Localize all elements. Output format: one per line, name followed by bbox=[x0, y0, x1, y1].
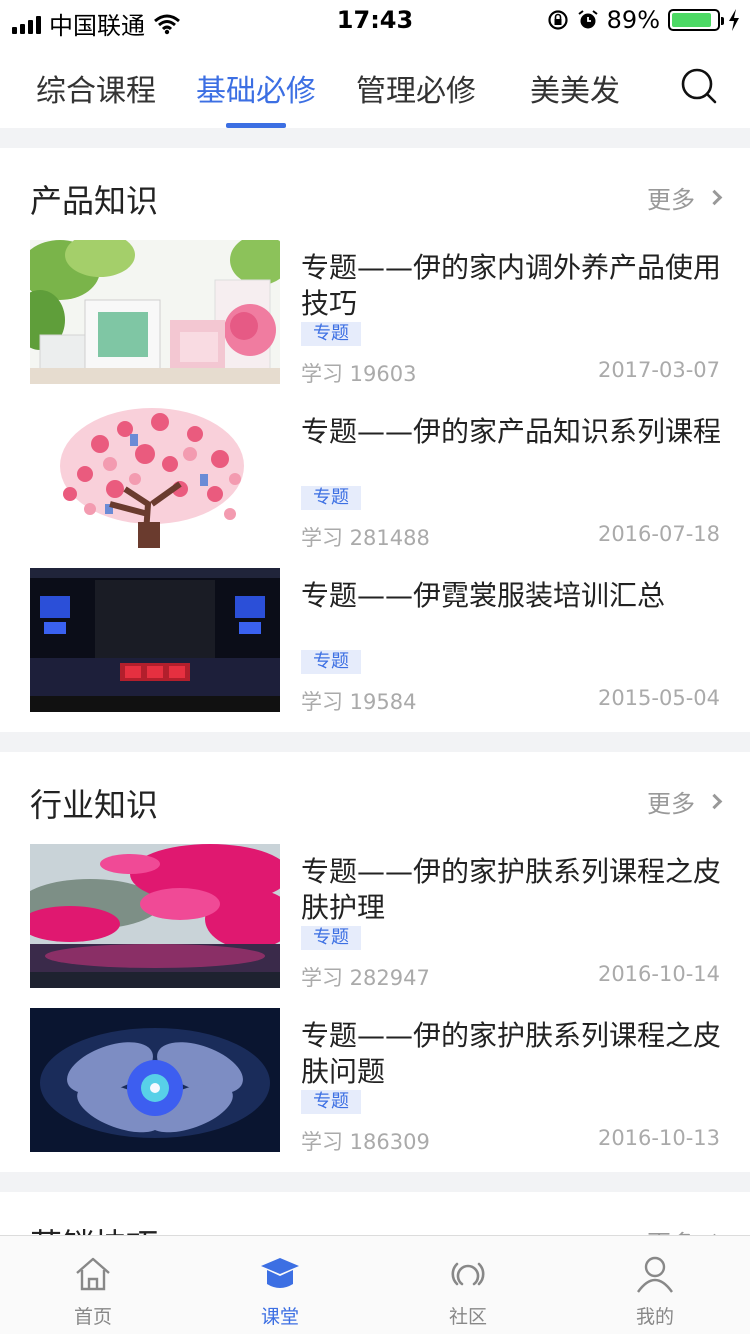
top-tab-bar: 综合课程 基础必修 管理必修 美美发 bbox=[0, 40, 750, 128]
list-item[interactable]: 专题——伊的家护肤系列课程之皮肤问题 专题 学习 186309 2016-10-… bbox=[30, 1008, 722, 1154]
tab-community[interactable]: 社区 bbox=[408, 1236, 528, 1334]
community-icon bbox=[451, 1262, 485, 1286]
battery-icon bbox=[668, 9, 724, 31]
more-link[interactable]: 更多 bbox=[647, 180, 723, 215]
learn-count: 学习 186309 bbox=[301, 1130, 430, 1154]
topic-badge: 专题 bbox=[301, 650, 361, 674]
publish-date: 2017-03-07 bbox=[597, 358, 720, 382]
publish-date: 2015-05-04 bbox=[597, 686, 720, 710]
course-title: 专题——伊霓裳服装培训汇总 bbox=[301, 579, 666, 612]
topic-badge: 专题 bbox=[301, 486, 361, 510]
alarm-icon bbox=[578, 10, 598, 29]
tab-management-required[interactable]: 管理必修 bbox=[356, 66, 476, 110]
course-thumbnail-fractal-flower bbox=[30, 1008, 280, 1152]
tab-home[interactable]: 首页 bbox=[33, 1236, 153, 1334]
tab-label: 课堂 bbox=[260, 1306, 299, 1328]
list-item[interactable]: 专题——伊霓裳服装培训汇总 专题 学习 19584 2015-05-04 bbox=[30, 568, 720, 714]
profile-icon bbox=[637, 1256, 673, 1293]
search-icon[interactable] bbox=[680, 67, 718, 105]
section-title: 行业知识 bbox=[30, 786, 159, 824]
publish-date: 2016-10-13 bbox=[597, 1126, 720, 1150]
status-bar: 中国联通 17:43 89% bbox=[0, 0, 750, 40]
course-title: 专题——伊的家内调外养产品使用技巧 bbox=[301, 251, 722, 320]
charging-icon bbox=[729, 9, 739, 31]
learn-count: 学习 19603 bbox=[301, 362, 417, 386]
tab-label: 社区 bbox=[448, 1306, 487, 1328]
course-thumbnail-stage bbox=[30, 568, 280, 712]
section-product-knowledge: 产品知识 更多 专题——伊的家内调外养产品使用技巧 专题 学习 19603 20… bbox=[0, 148, 750, 732]
topic-badge: 专题 bbox=[301, 1090, 361, 1114]
course-thumbnail-soap bbox=[30, 240, 280, 384]
app-screen: 中国联通 17:43 89% 综合课程 基础必修 管理必修 美美发 产品知识 更… bbox=[0, 0, 750, 1334]
course-title: 专题——伊的家护肤系列课程之皮肤护理 bbox=[301, 855, 722, 924]
chevron-right-icon bbox=[706, 189, 723, 206]
section-industry-knowledge: 行业知识 更多 专题——伊的家护肤系列课程之皮肤护理 专题 学习 282947 … bbox=[0, 752, 750, 1172]
tab-profile[interactable]: 我的 bbox=[595, 1236, 715, 1334]
battery-percent: 89% bbox=[606, 6, 660, 34]
chevron-right-icon bbox=[706, 793, 723, 810]
list-item[interactable]: 专题——伊的家产品知识系列课程 专题 学习 281488 2016-07-18 bbox=[30, 404, 722, 550]
graduation-cap-icon bbox=[261, 1258, 299, 1288]
tab-label: 我的 bbox=[635, 1306, 674, 1328]
more-link[interactable]: 更多 bbox=[647, 784, 723, 819]
list-item[interactable]: 专题——伊的家内调外养产品使用技巧 专题 学习 19603 2017-03-07 bbox=[30, 240, 722, 386]
list-item[interactable]: 专题——伊的家护肤系列课程之皮肤护理 专题 学习 282947 2016-10-… bbox=[30, 844, 722, 990]
course-thumbnail-heart-tree bbox=[30, 404, 280, 548]
tab-beauty-hair[interactable]: 美美发 bbox=[530, 66, 620, 110]
learn-count: 学习 19584 bbox=[301, 690, 417, 714]
tab-comprehensive[interactable]: 综合课程 bbox=[36, 66, 156, 110]
learn-count: 学习 282947 bbox=[301, 966, 430, 990]
section-title: 产品知识 bbox=[30, 182, 159, 220]
rotation-lock-icon bbox=[548, 10, 568, 30]
home-icon bbox=[76, 1257, 110, 1291]
active-tab-indicator bbox=[226, 123, 286, 128]
tab-basic-required[interactable]: 基础必修 bbox=[196, 66, 316, 110]
topic-badge: 专题 bbox=[301, 322, 361, 346]
topic-badge: 专题 bbox=[301, 926, 361, 950]
course-title: 专题——伊的家产品知识系列课程 bbox=[301, 415, 722, 448]
publish-date: 2016-10-14 bbox=[597, 962, 720, 986]
bottom-tab-bar: 首页 课堂 社区 我的 bbox=[0, 1235, 750, 1334]
course-title: 专题——伊的家护肤系列课程之皮肤问题 bbox=[301, 1019, 722, 1088]
publish-date: 2016-07-18 bbox=[597, 522, 720, 546]
course-thumbnail-cherry-blossom bbox=[30, 844, 280, 988]
tab-label: 首页 bbox=[73, 1306, 112, 1328]
tab-classroom[interactable]: 课堂 bbox=[220, 1236, 340, 1334]
learn-count: 学习 281488 bbox=[301, 526, 430, 550]
